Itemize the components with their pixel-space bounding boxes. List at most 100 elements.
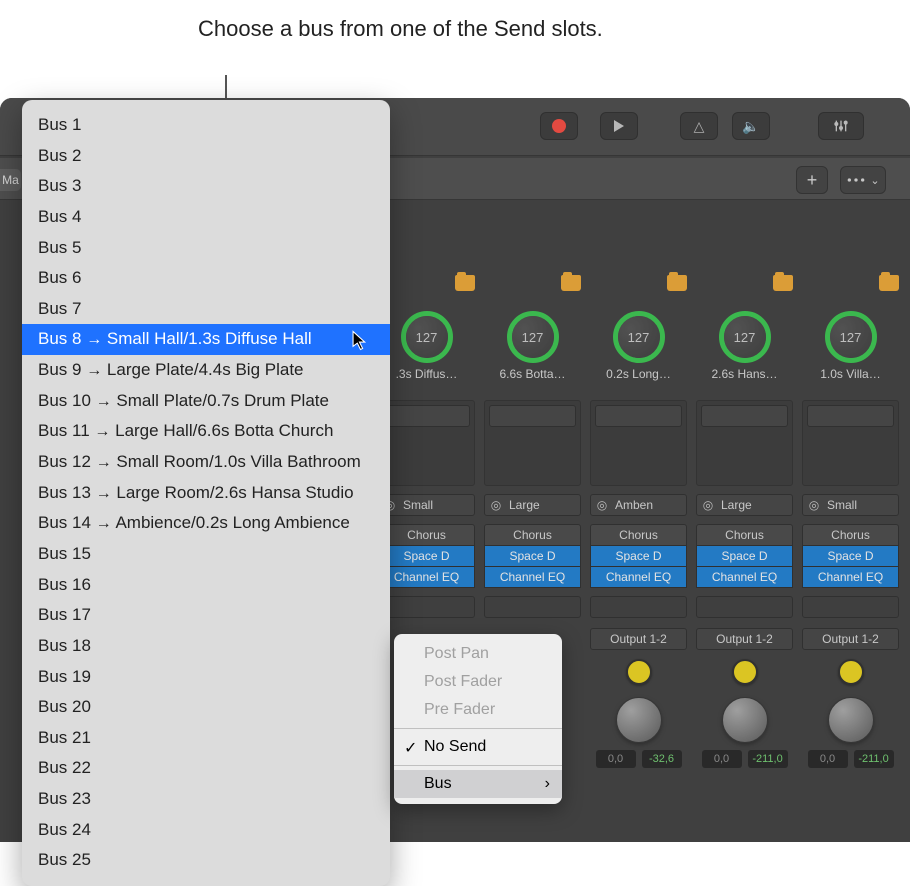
- peak-value: -32,6: [642, 750, 682, 768]
- track-options-button[interactable]: ⌄: [840, 166, 886, 194]
- fx-slot[interactable]: Chorus: [484, 524, 581, 546]
- bus-menu-item[interactable]: Bus 20: [22, 692, 390, 723]
- empty-send-slot[interactable]: [590, 596, 687, 618]
- eq-thumbnail[interactable]: [378, 400, 475, 486]
- fx-slot[interactable]: Space D: [696, 545, 793, 567]
- view-chip-left[interactable]: Ma: [0, 169, 21, 191]
- menu-separator: [394, 728, 562, 729]
- fader-knob[interactable]: [616, 697, 662, 743]
- fx-slot[interactable]: Chorus: [378, 524, 475, 546]
- eq-thumbnail[interactable]: [590, 400, 687, 486]
- send-bus-chip[interactable]: ◎Large: [696, 494, 793, 516]
- bus-menu-item[interactable]: Bus 8 → Small Hall/1.3s Diffuse Hall: [22, 324, 390, 355]
- record-button[interactable]: [540, 112, 578, 140]
- pan-knob[interactable]: [626, 659, 652, 685]
- bus-menu-item[interactable]: Bus 13 → Large Room/2.6s Hansa Studio: [22, 478, 390, 509]
- gain-knob[interactable]: 127: [613, 311, 665, 363]
- bus-menu-item[interactable]: Bus 1: [22, 110, 390, 141]
- bus-menu-item[interactable]: Bus 7: [22, 294, 390, 325]
- eq-thumbnail[interactable]: [484, 400, 581, 486]
- bus-menu-item[interactable]: Bus 18: [22, 631, 390, 662]
- fader-knob[interactable]: [722, 697, 768, 743]
- bus-menu-item[interactable]: Bus 9 → Large Plate/4.4s Big Plate: [22, 355, 390, 386]
- bus-menu-item[interactable]: Bus 11 → Large Hall/6.6s Botta Church: [22, 416, 390, 447]
- speaker-button[interactable]: 🔈: [732, 112, 770, 140]
- bus-menu-item[interactable]: Bus 12 → Small Room/1.0s Villa Bathroom: [22, 447, 390, 478]
- metronome-button[interactable]: △: [680, 112, 718, 140]
- gain-value: 127: [628, 330, 650, 345]
- pan-knob[interactable]: [732, 659, 758, 685]
- send-menu-post-fader[interactable]: Post Fader: [394, 668, 562, 696]
- bus-menu-item[interactable]: Bus 25: [22, 845, 390, 876]
- fx-slot[interactable]: Chorus: [590, 524, 687, 546]
- fx-slot[interactable]: Chorus: [696, 524, 793, 546]
- mixer-settings-button[interactable]: [818, 112, 864, 140]
- fx-slot[interactable]: Channel EQ: [590, 566, 687, 588]
- bus-menu-item[interactable]: Bus 16: [22, 570, 390, 601]
- menu-separator: [394, 765, 562, 766]
- send-menu-bus[interactable]: Bus›: [394, 770, 562, 798]
- bus-select-menu[interactable]: Bus 1Bus 2Bus 3Bus 4Bus 5Bus 6Bus 7Bus 8…: [22, 100, 390, 886]
- add-track-button[interactable]: +: [796, 166, 828, 194]
- fx-slot[interactable]: Channel EQ: [802, 566, 899, 588]
- record-icon: [552, 119, 566, 133]
- send-bus-chip[interactable]: ◎Amben: [590, 494, 687, 516]
- bus-menu-item[interactable]: Bus 5: [22, 233, 390, 264]
- pan-value: 0,0: [596, 750, 636, 768]
- empty-send-slot[interactable]: [378, 596, 475, 618]
- send-menu-no-send[interactable]: ✓No Send: [394, 733, 562, 761]
- folder-icon[interactable]: [561, 275, 581, 291]
- folder-icon[interactable]: [879, 275, 899, 291]
- output-chip[interactable]: Output 1-2: [802, 628, 899, 650]
- bus-menu-item[interactable]: Bus 21: [22, 723, 390, 754]
- folder-icon[interactable]: [667, 275, 687, 291]
- fx-slot[interactable]: Channel EQ: [484, 566, 581, 588]
- folder-icon[interactable]: [773, 275, 793, 291]
- bus-menu-item[interactable]: Bus 15: [22, 539, 390, 570]
- pan-knob[interactable]: [838, 659, 864, 685]
- bus-menu-item[interactable]: Bus 4: [22, 202, 390, 233]
- bus-menu-item[interactable]: Bus 24: [22, 815, 390, 846]
- gain-knob[interactable]: 127: [401, 311, 453, 363]
- play-icon: [614, 120, 624, 132]
- output-chip[interactable]: Output 1-2: [590, 628, 687, 650]
- output-chip[interactable]: Output 1-2: [696, 628, 793, 650]
- fx-slot[interactable]: Chorus: [802, 524, 899, 546]
- fx-slot[interactable]: Space D: [484, 545, 581, 567]
- gain-knob[interactable]: 127: [507, 311, 559, 363]
- empty-send-slot[interactable]: [696, 596, 793, 618]
- send-menu-post-pan[interactable]: Post Pan: [394, 640, 562, 668]
- fx-slot[interactable]: Channel EQ: [696, 566, 793, 588]
- bus-menu-item[interactable]: Bus 3: [22, 171, 390, 202]
- bus-menu-item[interactable]: Bus 22: [22, 753, 390, 784]
- send-bus-chip[interactable]: ◎Small: [378, 494, 475, 516]
- folder-icon[interactable]: [455, 275, 475, 291]
- fx-slot[interactable]: Channel EQ: [378, 566, 475, 588]
- eq-thumbnail[interactable]: [802, 400, 899, 486]
- empty-send-slot[interactable]: [802, 596, 899, 618]
- bus-menu-item[interactable]: Bus 14 → Ambience/0.2s Long Ambience: [22, 508, 390, 539]
- fx-slot[interactable]: Space D: [802, 545, 899, 567]
- bus-menu-item[interactable]: Bus 10 → Small Plate/0.7s Drum Plate: [22, 386, 390, 417]
- send-bus-chip[interactable]: ◎Large: [484, 494, 581, 516]
- bus-menu-item[interactable]: Bus 2: [22, 141, 390, 172]
- play-button[interactable]: [600, 112, 638, 140]
- stereo-icon: ◎: [803, 498, 825, 512]
- bus-menu-item[interactable]: Bus 6: [22, 263, 390, 294]
- fx-slot[interactable]: Space D: [378, 545, 475, 567]
- gain-knob[interactable]: 127: [825, 311, 877, 363]
- checkmark-icon: ✓: [404, 738, 417, 758]
- empty-send-slot[interactable]: [484, 596, 581, 618]
- fader-knob[interactable]: [828, 697, 874, 743]
- send-bus-chip[interactable]: ◎Small: [802, 494, 899, 516]
- bus-menu-item[interactable]: Bus 19: [22, 662, 390, 693]
- bus-menu-item[interactable]: Bus 23: [22, 784, 390, 815]
- preset-label: 0.2s Long…: [606, 367, 671, 381]
- send-slot-menu[interactable]: Post Pan Post Fader Pre Fader ✓No Send B…: [394, 634, 562, 804]
- gain-knob[interactable]: 127: [719, 311, 771, 363]
- fx-slot[interactable]: Space D: [590, 545, 687, 567]
- send-menu-pre-fader[interactable]: Pre Fader: [394, 696, 562, 724]
- bus-menu-item[interactable]: Bus 17: [22, 600, 390, 631]
- eq-thumbnail[interactable]: [696, 400, 793, 486]
- mouse-cursor: [352, 330, 369, 357]
